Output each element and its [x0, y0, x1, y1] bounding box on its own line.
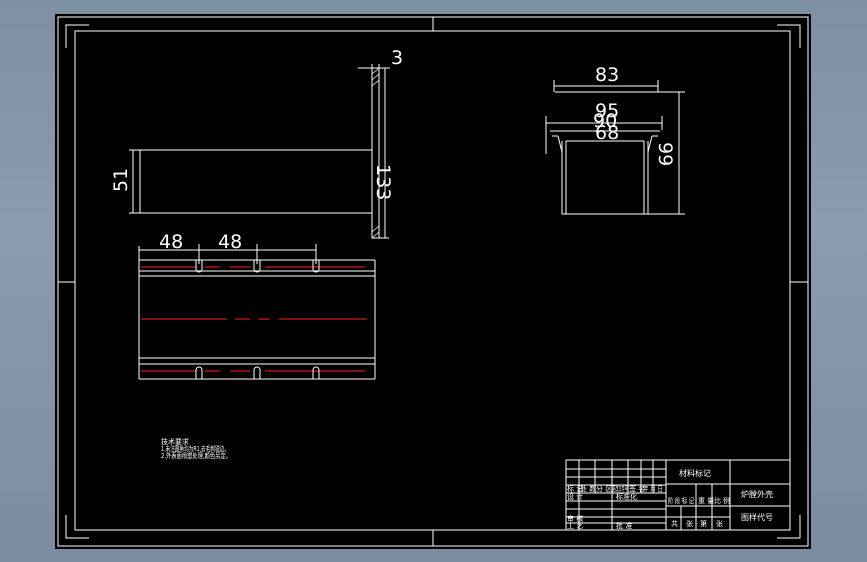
dim-top-width: 83 — [595, 64, 619, 86]
corner-mark-tr — [777, 24, 801, 48]
title-block-sheet-unit-2: 张 — [716, 519, 723, 528]
part-name: 炉膛外壳 — [741, 489, 773, 499]
dim-top-height: 99 — [654, 142, 676, 166]
dim-front-height: 133 — [372, 164, 394, 200]
title-block-sheet-num: 第 — [700, 519, 707, 528]
dim-front-thickness: 3 — [391, 47, 403, 69]
title-block-row-process: 工 艺 — [567, 522, 583, 530]
title-block-col-zone: 分 区 — [596, 484, 612, 493]
drawing-sheet: 3 133 51 83 95 90 68 99 48 48 技术要求 1.未注圆… — [55, 14, 811, 549]
dim-top-inner-3: 68 — [595, 122, 619, 144]
front-view — [129, 64, 390, 239]
corner-mark-bl — [65, 515, 89, 539]
title-block-standardization: 标准化 — [616, 492, 637, 501]
notes-line-2: 2.外表面喷塑处理,颜色另定。 — [161, 451, 231, 460]
title-block-stage: 阶 段 标 记 — [668, 496, 694, 505]
material-mark: 材料标记 — [679, 468, 711, 478]
title-block-col-doc: 更改文件号 — [612, 484, 628, 493]
title-block-approve: 批 准 — [616, 521, 632, 530]
title-block-col-date: 年 月 日 — [643, 484, 663, 493]
title-block-sheet-total: 共 — [671, 519, 678, 528]
title-block-row-design: 设 计 — [567, 492, 583, 501]
title-block-scale: 比 例 — [714, 496, 730, 505]
plan-view — [138, 244, 376, 380]
title-block-col-count: 处 数 — [580, 484, 596, 493]
title-block-weight: 重 量 — [698, 497, 714, 505]
title-block-sheet-unit-1: 张 — [686, 519, 693, 528]
dim-bottom-spacing-1: 48 — [159, 231, 183, 253]
dim-front-left-height: 51 — [110, 168, 132, 192]
corner-mark-tl — [65, 24, 89, 48]
cad-drawing: 3 133 51 83 95 90 68 99 48 48 技术要求 1.未注圆… — [57, 16, 809, 547]
dim-bottom-spacing-2: 48 — [218, 231, 242, 253]
corner-mark-br — [777, 515, 801, 539]
drawing-code: 图样代号 — [741, 512, 773, 522]
outer-border — [57, 16, 809, 547]
